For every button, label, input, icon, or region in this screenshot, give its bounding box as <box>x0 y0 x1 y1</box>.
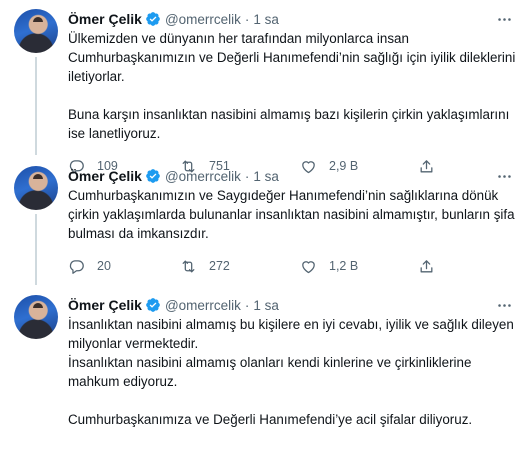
author-name[interactable]: Ömer Çelik <box>68 297 142 313</box>
tweet-1[interactable]: Ömer Çelik @omerrcelik · 1 sa Ülkemizden… <box>0 0 531 174</box>
author-handle[interactable]: @omerrcelik <box>165 12 241 27</box>
avatar[interactable] <box>14 166 58 210</box>
author-handle[interactable]: @omerrcelik <box>165 298 241 313</box>
tweet-time[interactable]: 1 sa <box>253 298 279 313</box>
tweet-header: Ömer Çelik @omerrcelik · 1 sa <box>68 295 519 315</box>
reply-button[interactable]: 20 <box>68 258 180 275</box>
tweet-2[interactable]: Ömer Çelik @omerrcelik · 1 sa Cumhurbaşk… <box>0 155 531 285</box>
tweet-paragraph: Buna karşın insanlıktan nasibini almamış… <box>68 107 510 141</box>
reply-count: 20 <box>97 259 111 273</box>
separator-dot: · <box>244 297 250 313</box>
tweet-body: Ömer Çelik @omerrcelik · 1 sa Ülkemizden… <box>68 9 519 174</box>
like-icon <box>302 260 315 273</box>
tweet-paragraph: Cumhurbaşkanımızın ve Saygıdeğer Hanımef… <box>68 188 515 241</box>
avatar-column <box>12 9 60 155</box>
tweet-text: Ülkemizden ve dünyanın her tarafından mi… <box>68 29 519 143</box>
avatar[interactable] <box>14 295 58 339</box>
tweet-time[interactable]: 1 sa <box>253 169 279 184</box>
tweet-actions: 20 272 1,2 B <box>68 249 519 283</box>
tweet-paragraph: İnsanlıktan nasibini almamış olanları ke… <box>68 355 472 389</box>
thread-connector-line <box>35 214 37 285</box>
verified-badge-icon <box>145 297 161 313</box>
tweet-time[interactable]: 1 sa <box>253 12 279 27</box>
avatar[interactable] <box>14 9 58 53</box>
tweet-paragraph: Ülkemizden ve dünyanın her tarafından mi… <box>68 31 516 84</box>
more-icon[interactable] <box>496 297 519 314</box>
more-icon[interactable] <box>496 168 519 185</box>
tweet-paragraph: İnsanlıktan nasibini almamış bu kişilere… <box>68 317 514 351</box>
retweet-icon <box>182 260 195 272</box>
tweet-header: Ömer Çelik @omerrcelik · 1 sa <box>68 166 519 186</box>
reply-icon <box>69 259 84 274</box>
author-name[interactable]: Ömer Çelik <box>68 11 142 27</box>
tweet-paragraph: Cumhurbaşkanımıza ve Değerli Hanımefendi… <box>68 412 473 427</box>
avatar-column <box>12 295 60 450</box>
verified-badge-icon <box>145 168 161 184</box>
author-name[interactable]: Ömer Çelik <box>68 168 142 184</box>
separator-dot: · <box>244 11 250 27</box>
tweet-text: İnsanlıktan nasibini almamış bu kişilere… <box>68 315 519 429</box>
retweet-button[interactable]: 272 <box>180 258 300 275</box>
tweet-header: Ömer Çelik @omerrcelik · 1 sa <box>68 9 519 29</box>
tweet-text: Cumhurbaşkanımızın ve Saygıdeğer Hanımef… <box>68 186 519 243</box>
retweet-count: 272 <box>209 259 230 273</box>
tweet-body: Ömer Çelik @omerrcelik · 1 sa İnsanlıkta… <box>68 295 519 450</box>
verified-badge-icon <box>145 11 161 27</box>
like-button[interactable]: 1,2 B <box>300 258 418 275</box>
author-handle[interactable]: @omerrcelik <box>165 169 241 184</box>
share-button[interactable] <box>418 258 448 275</box>
tweet-3[interactable]: Ömer Çelik @omerrcelik · 1 sa İnsanlıkta… <box>0 285 531 450</box>
share-icon <box>420 259 433 272</box>
thread-connector-line <box>35 57 37 155</box>
more-icon[interactable] <box>496 11 519 28</box>
tweet-thread: Ömer Çelik @omerrcelik · 1 sa Ülkemizden… <box>0 0 531 450</box>
tweet-body: Ömer Çelik @omerrcelik · 1 sa Cumhurbaşk… <box>68 166 519 285</box>
separator-dot: · <box>244 168 250 184</box>
avatar-column <box>12 166 60 285</box>
like-count: 1,2 B <box>329 259 359 273</box>
